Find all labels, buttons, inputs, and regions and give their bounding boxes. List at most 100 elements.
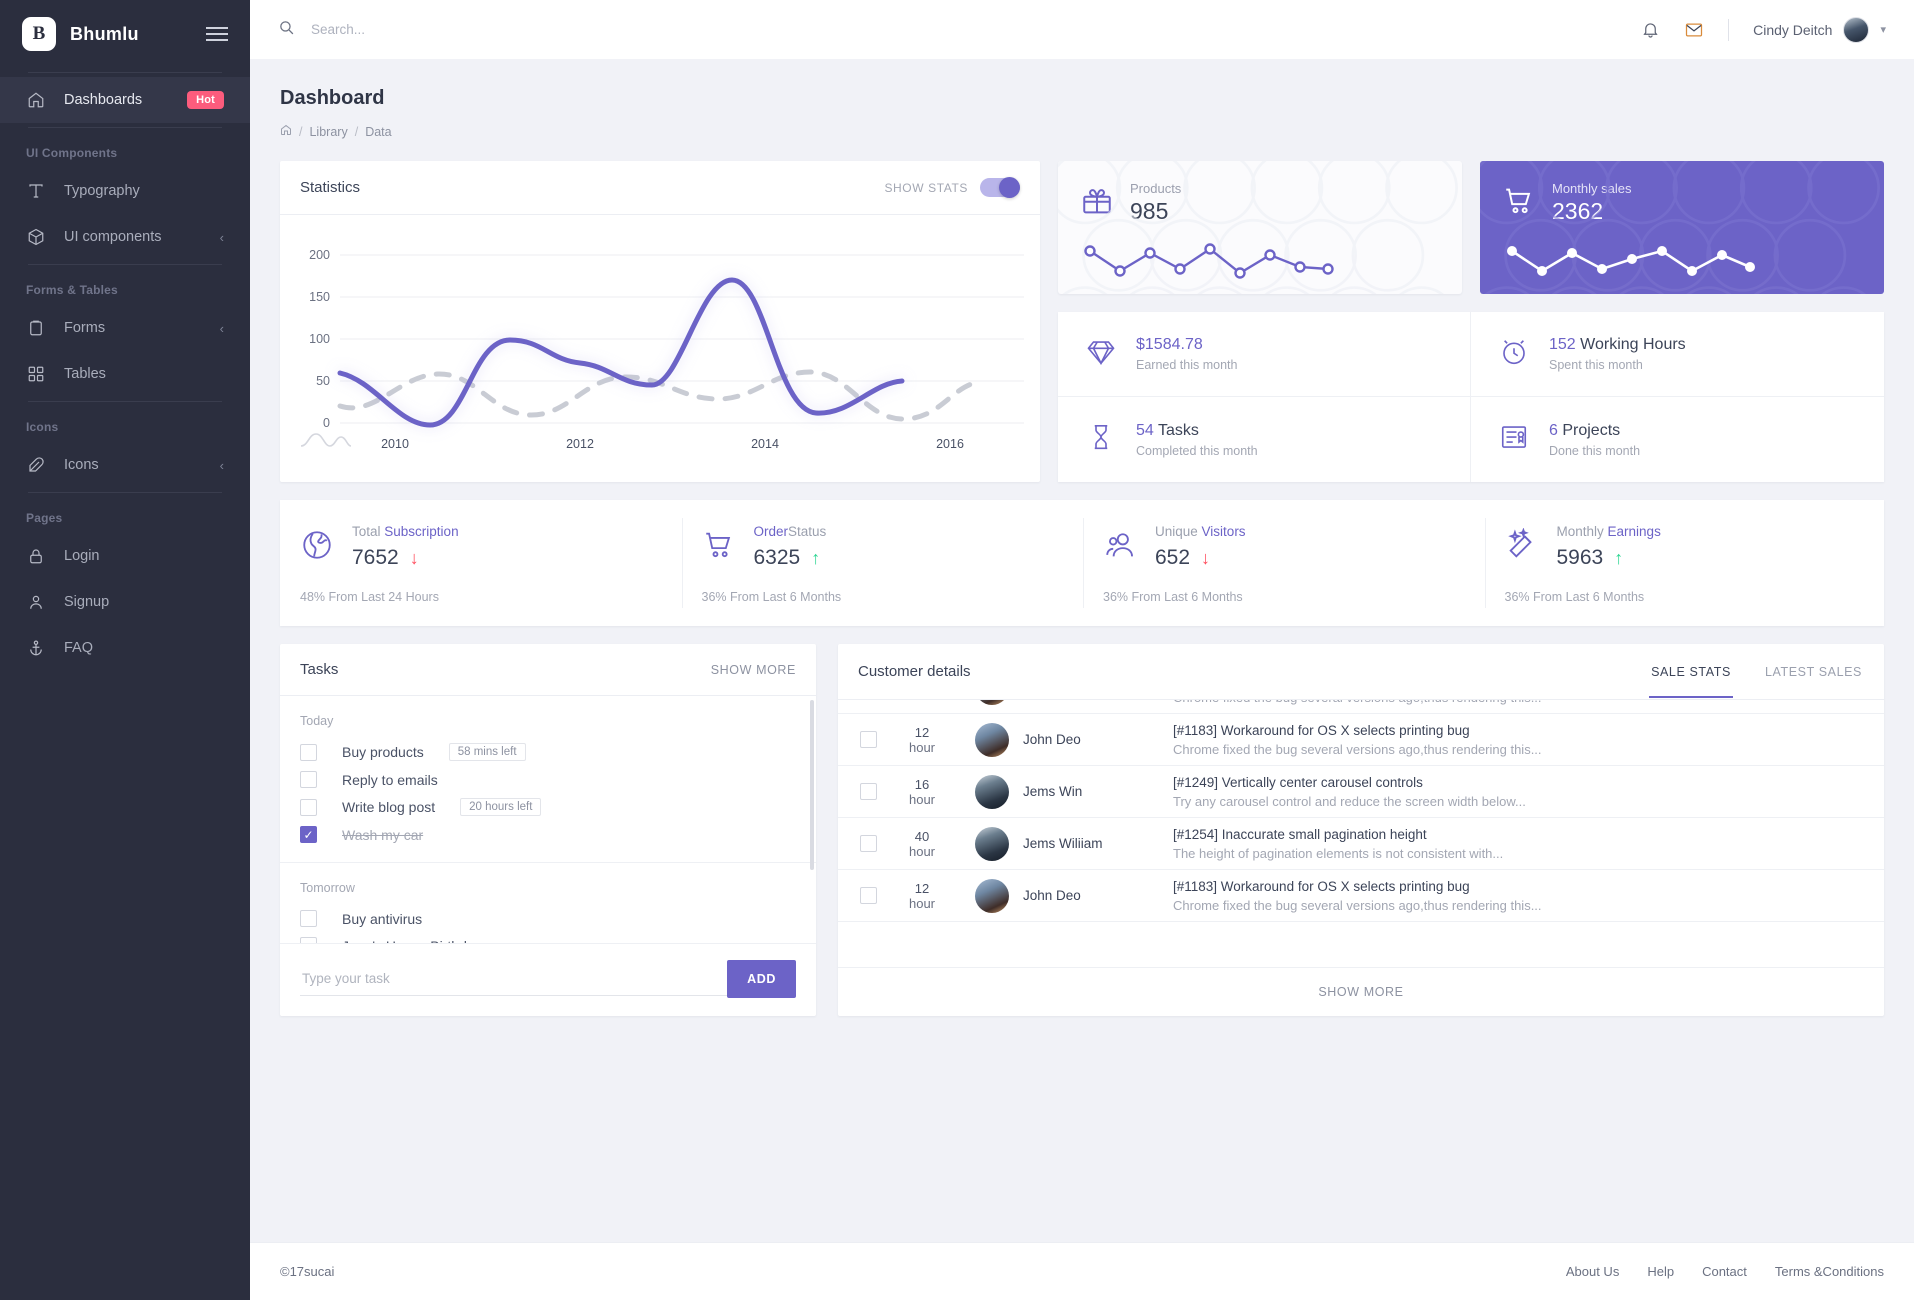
- show-stats-toggle[interactable]: [980, 177, 1020, 198]
- brand[interactable]: B Bhumlu: [0, 0, 250, 68]
- row-checkbox[interactable]: [860, 887, 877, 904]
- tasks-card: Tasks SHOW MORE Today Buy products 58 mi…: [280, 644, 816, 1016]
- stat-rest: Projects: [1557, 421, 1621, 439]
- tasks-show-more-link[interactable]: SHOW MORE: [711, 663, 796, 677]
- tab-latest-sales[interactable]: LATEST SALES: [1763, 647, 1864, 697]
- kpi-title: OrderStatus: [754, 524, 827, 539]
- footer-link-help[interactable]: Help: [1647, 1264, 1674, 1279]
- row-hours-value: 16: [914, 776, 930, 792]
- kpi-value: 7652: [352, 546, 399, 569]
- statistics-card: Statistics SHOW STATS 200 150 100 50 0 2…: [280, 161, 1040, 482]
- breadcrumb-item-library[interactable]: Library: [309, 125, 347, 139]
- footer-link-about-us[interactable]: About Us: [1566, 1264, 1619, 1279]
- sidebar-heading-icons: Icons: [26, 420, 59, 434]
- notifications-bell-icon[interactable]: [1641, 20, 1660, 39]
- task-item[interactable]: Jane's Happy Birthday: [280, 932, 816, 943]
- task-label: Reply to emails: [342, 771, 438, 788]
- statistics-title: Statistics: [300, 179, 361, 196]
- task-label: Write blog post: [342, 799, 436, 815]
- task-checkbox[interactable]: [300, 826, 317, 843]
- task-item[interactable]: Buy products 58 mins left: [280, 738, 816, 766]
- footer-link-terms[interactable]: Terms &Conditions: [1775, 1264, 1884, 1279]
- customers-show-more-link[interactable]: SHOW MORE: [838, 967, 1884, 1016]
- messages-envelope-icon[interactable]: [1684, 20, 1704, 40]
- tasks-scroll-region[interactable]: Today Buy products 58 mins left Reply to…: [280, 696, 816, 943]
- task-checkbox[interactable]: [300, 771, 317, 788]
- sidebar-item-icons[interactable]: Icons ‹: [0, 442, 250, 488]
- row-title: [#1183] Workaround for OS X selects prin…: [1173, 722, 1470, 738]
- row-hours-value: 40: [914, 828, 930, 844]
- kpi-order-status: OrderStatus 6325 ↑ 36% From Last 6 Month…: [681, 500, 1082, 626]
- kpi-title-gray: Status: [788, 524, 827, 539]
- sidebar-item-signup[interactable]: Signup: [0, 579, 250, 625]
- tab-sale-stats[interactable]: SALE STATS: [1649, 647, 1733, 698]
- chart-x-ticks: 2010 2012 2014 2016: [381, 437, 964, 451]
- minicard-products[interactable]: Products 985: [1058, 161, 1462, 294]
- tasks-scrollbar[interactable]: [810, 700, 814, 870]
- stat-accent: 54: [1136, 421, 1154, 439]
- stat-value: 152 Working Hours: [1549, 336, 1686, 354]
- sidebar-item-label: Tables: [64, 366, 106, 382]
- footer-link-contact[interactable]: Contact: [1702, 1264, 1747, 1279]
- table-row[interactable]: 12hour John Deo [#1183] Workaround for O…: [838, 870, 1884, 922]
- kpi-title-accent: Order: [753, 524, 789, 539]
- row-hours-unit: hour: [908, 791, 936, 807]
- divider: [28, 492, 222, 493]
- sidebar-item-dashboards[interactable]: Dashboards Hot: [0, 77, 250, 123]
- row-hours-value: 12: [914, 724, 930, 740]
- footer-copyright: ©17sucai: [280, 1264, 335, 1279]
- user-menu[interactable]: Cindy Deitch ▾: [1753, 16, 1886, 43]
- sidebar-item-faq[interactable]: FAQ: [0, 625, 250, 671]
- row-checkbox[interactable]: [860, 835, 877, 852]
- table-row[interactable]: 40 hour Jems Wiliiam [#1254] Inaccurate s…: [838, 818, 1884, 870]
- task-checkbox[interactable]: [300, 937, 317, 943]
- stat-accent: 152: [1549, 336, 1576, 353]
- task-label: Buy products: [342, 744, 424, 760]
- task-checkbox[interactable]: [300, 910, 317, 927]
- minicards: Products 985 Monthly sales 2362: [1058, 161, 1884, 294]
- menu-toggle-icon[interactable]: [206, 27, 228, 41]
- diamond-icon: [1086, 337, 1116, 372]
- sidebar-item-typography[interactable]: Typography: [0, 168, 250, 214]
- sidebar-item-forms[interactable]: Forms ‹: [0, 305, 250, 351]
- stat-sub: Spent this month: [1549, 358, 1643, 372]
- row-checkbox[interactable]: [860, 731, 877, 748]
- table-row[interactable]: 16 hour Jems Win [#1249] Vertically cente…: [838, 766, 1884, 818]
- table-row[interactable]: 12hour John Deo [#1183] Workaround for O…: [838, 700, 1884, 714]
- sidebar-heading-pages: Pages: [26, 511, 63, 525]
- row-checkbox[interactable]: [860, 783, 877, 800]
- sidebar-item-login[interactable]: Login: [0, 533, 250, 579]
- sidebar-item-label: Login: [64, 548, 100, 564]
- statistics-controls: SHOW STATS: [884, 177, 1020, 198]
- stat-accent: 6: [1549, 421, 1558, 439]
- task-item[interactable]: Buy antivirus: [280, 905, 816, 932]
- table-row[interactable]: 12hour John Deo [#1183] Workaround for O…: [838, 714, 1884, 766]
- search-input[interactable]: [311, 22, 731, 37]
- avatar: [975, 826, 1009, 861]
- customer-list-scroll[interactable]: 12 hour John Deo [#1183] Workaround for O…: [838, 700, 1884, 967]
- row-title: [#1249] Vertically center carousel contr…: [1173, 774, 1423, 790]
- anchor-icon: [26, 638, 46, 658]
- wand-icon: [1505, 526, 1539, 567]
- task-item[interactable]: Wash my car: [280, 821, 816, 848]
- add-task-button[interactable]: ADD: [727, 960, 796, 998]
- search-bar[interactable]: [278, 19, 1627, 41]
- task-checkbox[interactable]: [300, 743, 317, 761]
- task-input[interactable]: [300, 962, 728, 996]
- breadcrumb-item-data[interactable]: Data: [365, 125, 391, 139]
- sidebar-item-tables[interactable]: Tables: [0, 351, 250, 397]
- task-item[interactable]: Write blog post 20 hours left: [280, 793, 816, 821]
- task-item[interactable]: Reply to emails: [280, 766, 816, 793]
- projects-icon: [1499, 422, 1529, 457]
- stat-earned: $1584.78 Earned this month: [1058, 312, 1471, 397]
- sidebar-item-label: UI components: [64, 229, 162, 245]
- minicard-monthly-sales[interactable]: Monthly sales 2362: [1480, 161, 1884, 294]
- task-checkbox[interactable]: [300, 798, 317, 816]
- home-icon[interactable]: [280, 124, 292, 139]
- dashboard-row-1: Statistics SHOW STATS 200 150 100 50 0 2…: [280, 161, 1884, 482]
- chevron-left-icon: ‹: [219, 320, 224, 336]
- sidebar-item-ui-components[interactable]: UI components ‹: [0, 214, 250, 260]
- kpi-footnote: 36% From Last 6 Months: [1103, 590, 1243, 604]
- row-body: [#1183] Workaround for OS X selects prin…: [1173, 879, 1862, 913]
- toggle-knob: [999, 177, 1020, 198]
